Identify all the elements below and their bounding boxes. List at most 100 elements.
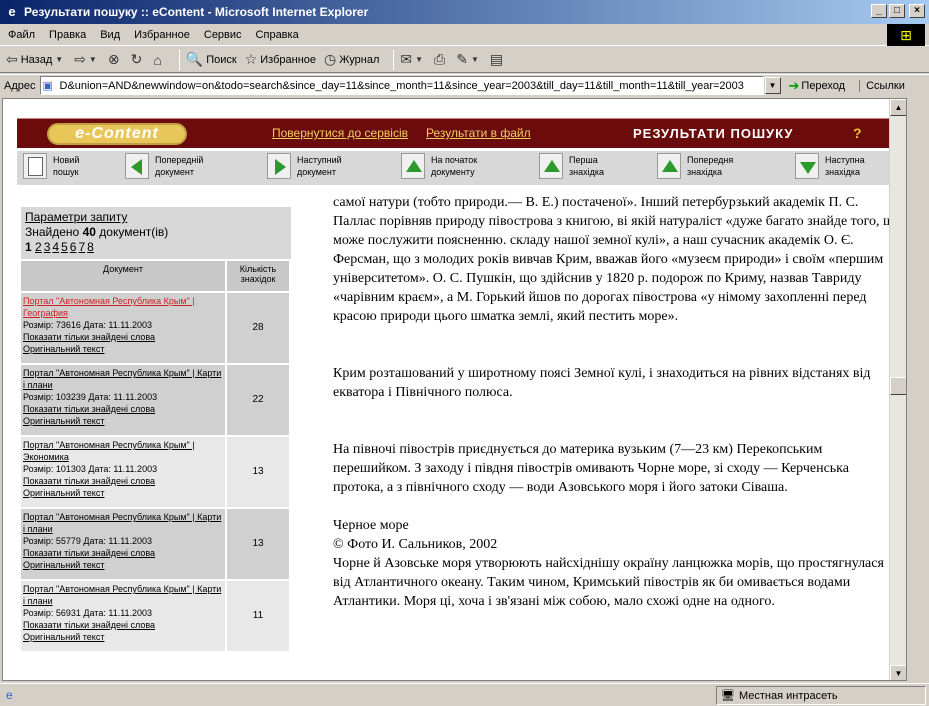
mail-button[interactable]: ✉ ▼ [400, 51, 426, 68]
scroll-down-button[interactable]: ▼ [890, 665, 906, 680]
table-row: Портал "Автономная Республика Крым" | Ка… [21, 365, 289, 435]
prev-document-button[interactable]: Попередній документ [125, 153, 203, 179]
show-found-words-link[interactable]: Показати тільки знайдені слова [23, 547, 223, 559]
document-link[interactable]: Портал "Автономная Республика Крым" | Эк… [23, 439, 223, 463]
back-to-services-link[interactable]: Повернутися до сервісів [272, 126, 408, 140]
home-button[interactable]: ⌂ [153, 52, 164, 68]
econtent-logo[interactable]: e-Content [47, 123, 187, 145]
size-label: Розмір: [23, 536, 54, 546]
first-hit-button[interactable]: Перша знахідка [539, 153, 604, 179]
window-titlebar: e Результати пошуку :: eContent - Micros… [0, 0, 929, 24]
page-link[interactable]: 3 [44, 240, 51, 254]
go-label: Переход [801, 79, 846, 92]
page-link[interactable]: 7 [78, 240, 85, 254]
arrow-right-icon [267, 153, 291, 179]
original-text-link[interactable]: Оригінальний текст [23, 343, 223, 355]
go-button[interactable]: ➔ Переход [789, 78, 846, 94]
menu-tools[interactable]: Сервис [204, 29, 242, 41]
maximize-button[interactable]: □ [889, 4, 905, 18]
show-found-words-link[interactable]: Показати тільки знайдені слова [23, 403, 223, 415]
query-params-link[interactable]: Параметри запиту [25, 210, 127, 224]
address-dropdown-button[interactable]: ▼ [764, 77, 781, 94]
discuss-button[interactable]: ▤ [490, 51, 506, 68]
history-icon: ◷ [324, 51, 337, 67]
document-link[interactable]: Портал "Автономная Республика Крым" | Ка… [23, 511, 223, 535]
security-zone: 🖥 Местная интрасеть [716, 686, 926, 705]
date-label: Дата: [83, 320, 106, 330]
refresh-button[interactable]: ↻ [131, 51, 146, 68]
home-icon: ⌂ [153, 51, 162, 68]
page-link[interactable]: 4 [52, 240, 59, 254]
ie-icon: e [8, 4, 16, 19]
results-to-file-link[interactable]: Результати в файл [426, 126, 531, 140]
page-link[interactable]: 5 [61, 240, 68, 254]
results-table: Документ Кількість знахідок Портал "Авто… [19, 259, 291, 653]
original-text-link[interactable]: Оригінальний текст [23, 487, 223, 499]
show-found-words-link[interactable]: Показати тільки знайдені слова [23, 475, 223, 487]
results-pane: Параметри запиту Знайдено 40 документ(ів… [21, 207, 291, 667]
scroll-thumb[interactable] [890, 377, 906, 395]
go-arrow-icon: ➔ [788, 77, 800, 93]
search-label: Поиск [206, 53, 237, 66]
back-button[interactable]: ⇦ Назад ▼ [6, 51, 66, 68]
nav-label: знахідка [825, 167, 860, 177]
arrow-down-icon [795, 153, 819, 179]
stop-button[interactable]: ⊗ [108, 51, 123, 68]
back-arrow-icon: ⇦ [6, 51, 18, 67]
scroll-up-button[interactable]: ▲ [890, 99, 906, 116]
navigation-row: Новий пошук Попередній документ Наступний д… [17, 151, 906, 185]
paragraph: Крим розташований у широтному поясі Земн… [333, 366, 871, 400]
menu-view[interactable]: Вид [100, 29, 120, 41]
minimize-button[interactable]: _ [871, 4, 887, 18]
new-search-icon [23, 153, 47, 179]
search-button[interactable]: 🔍 Поиск [186, 51, 237, 68]
address-input[interactable]: ▣ D&union=AND&newwindow=on&todo=search&s… [39, 76, 764, 95]
windows-logo-icon: ⊞ [887, 24, 925, 46]
toolbar-separator [393, 49, 395, 70]
document-link[interactable]: Портал "Автономная Республика Крым" | Ка… [23, 583, 223, 607]
history-button[interactable]: ◷ Журнал [324, 51, 379, 68]
document-link[interactable]: Портал "Автономная Республика Крым" | Ге… [23, 295, 223, 319]
document-meta: Розмір: 103239 Дата: 11.11.2003 [23, 391, 223, 403]
document-start-button[interactable]: На початок документу [401, 153, 477, 179]
table-row: Портал "Автономная Республика Крым" | Ге… [21, 293, 289, 363]
page-viewport: e-Content Повернутися до сервісів Резуль… [2, 98, 907, 681]
page-done-icon: e [6, 688, 13, 702]
document-link[interactable]: Портал "Автономная Республика Крым" | Ка… [23, 367, 223, 391]
help-icon[interactable]: ? [853, 125, 862, 141]
table-row: Портал "Автономная Республика Крым" | Ка… [21, 581, 289, 651]
document-meta: Розмір: 101303 Дата: 11.11.2003 [23, 463, 223, 475]
menu-favorites[interactable]: Избранное [134, 29, 190, 41]
size-label: Розмір: [23, 392, 54, 402]
menu-edit[interactable]: Правка [49, 29, 86, 41]
next-document-button[interactable]: Наступний документ [267, 153, 342, 179]
original-text-link[interactable]: Оригінальний текст [23, 415, 223, 427]
menu-file[interactable]: Файл [8, 29, 35, 41]
page-link[interactable]: 8 [87, 240, 94, 254]
table-row: Портал "Автономная Республика Крым" | Эк… [21, 437, 289, 507]
nav-label: Наступна [825, 155, 865, 165]
show-found-words-link[interactable]: Показати тільки знайдені слова [23, 331, 223, 343]
print-icon: ⎙ [434, 51, 446, 67]
favorites-button[interactable]: ☆ Избранное [245, 51, 316, 68]
print-button[interactable]: ⎙ [434, 51, 448, 68]
date-label: Дата: [83, 536, 106, 546]
menu-help[interactable]: Справка [256, 29, 299, 41]
show-found-words-link[interactable]: Показати тільки знайдені слова [23, 619, 223, 631]
next-hit-button[interactable]: Наступна знахідка [795, 153, 865, 179]
original-text-link[interactable]: Оригінальний текст [23, 559, 223, 571]
links-button[interactable]: Ссылки [859, 79, 905, 92]
prev-hit-button[interactable]: Попередня знахідка [657, 153, 733, 179]
original-text-link[interactable]: Оригінальний текст [23, 631, 223, 643]
vertical-scrollbar[interactable]: ▲ ▼ [889, 99, 906, 680]
new-search-button[interactable]: Новий пошук [23, 153, 79, 179]
page-link[interactable]: 6 [70, 240, 77, 254]
favorites-icon: ☆ [244, 51, 258, 67]
close-button[interactable]: × [909, 4, 925, 18]
edit-button[interactable]: ✎ ▼ [456, 51, 482, 68]
nav-label: Попередня [687, 155, 734, 165]
forward-button[interactable]: ⇨ ▼ [74, 51, 100, 68]
page-link[interactable]: 2 [35, 240, 42, 254]
edit-icon: ✎ [456, 51, 468, 67]
back-label: Назад [20, 53, 53, 66]
